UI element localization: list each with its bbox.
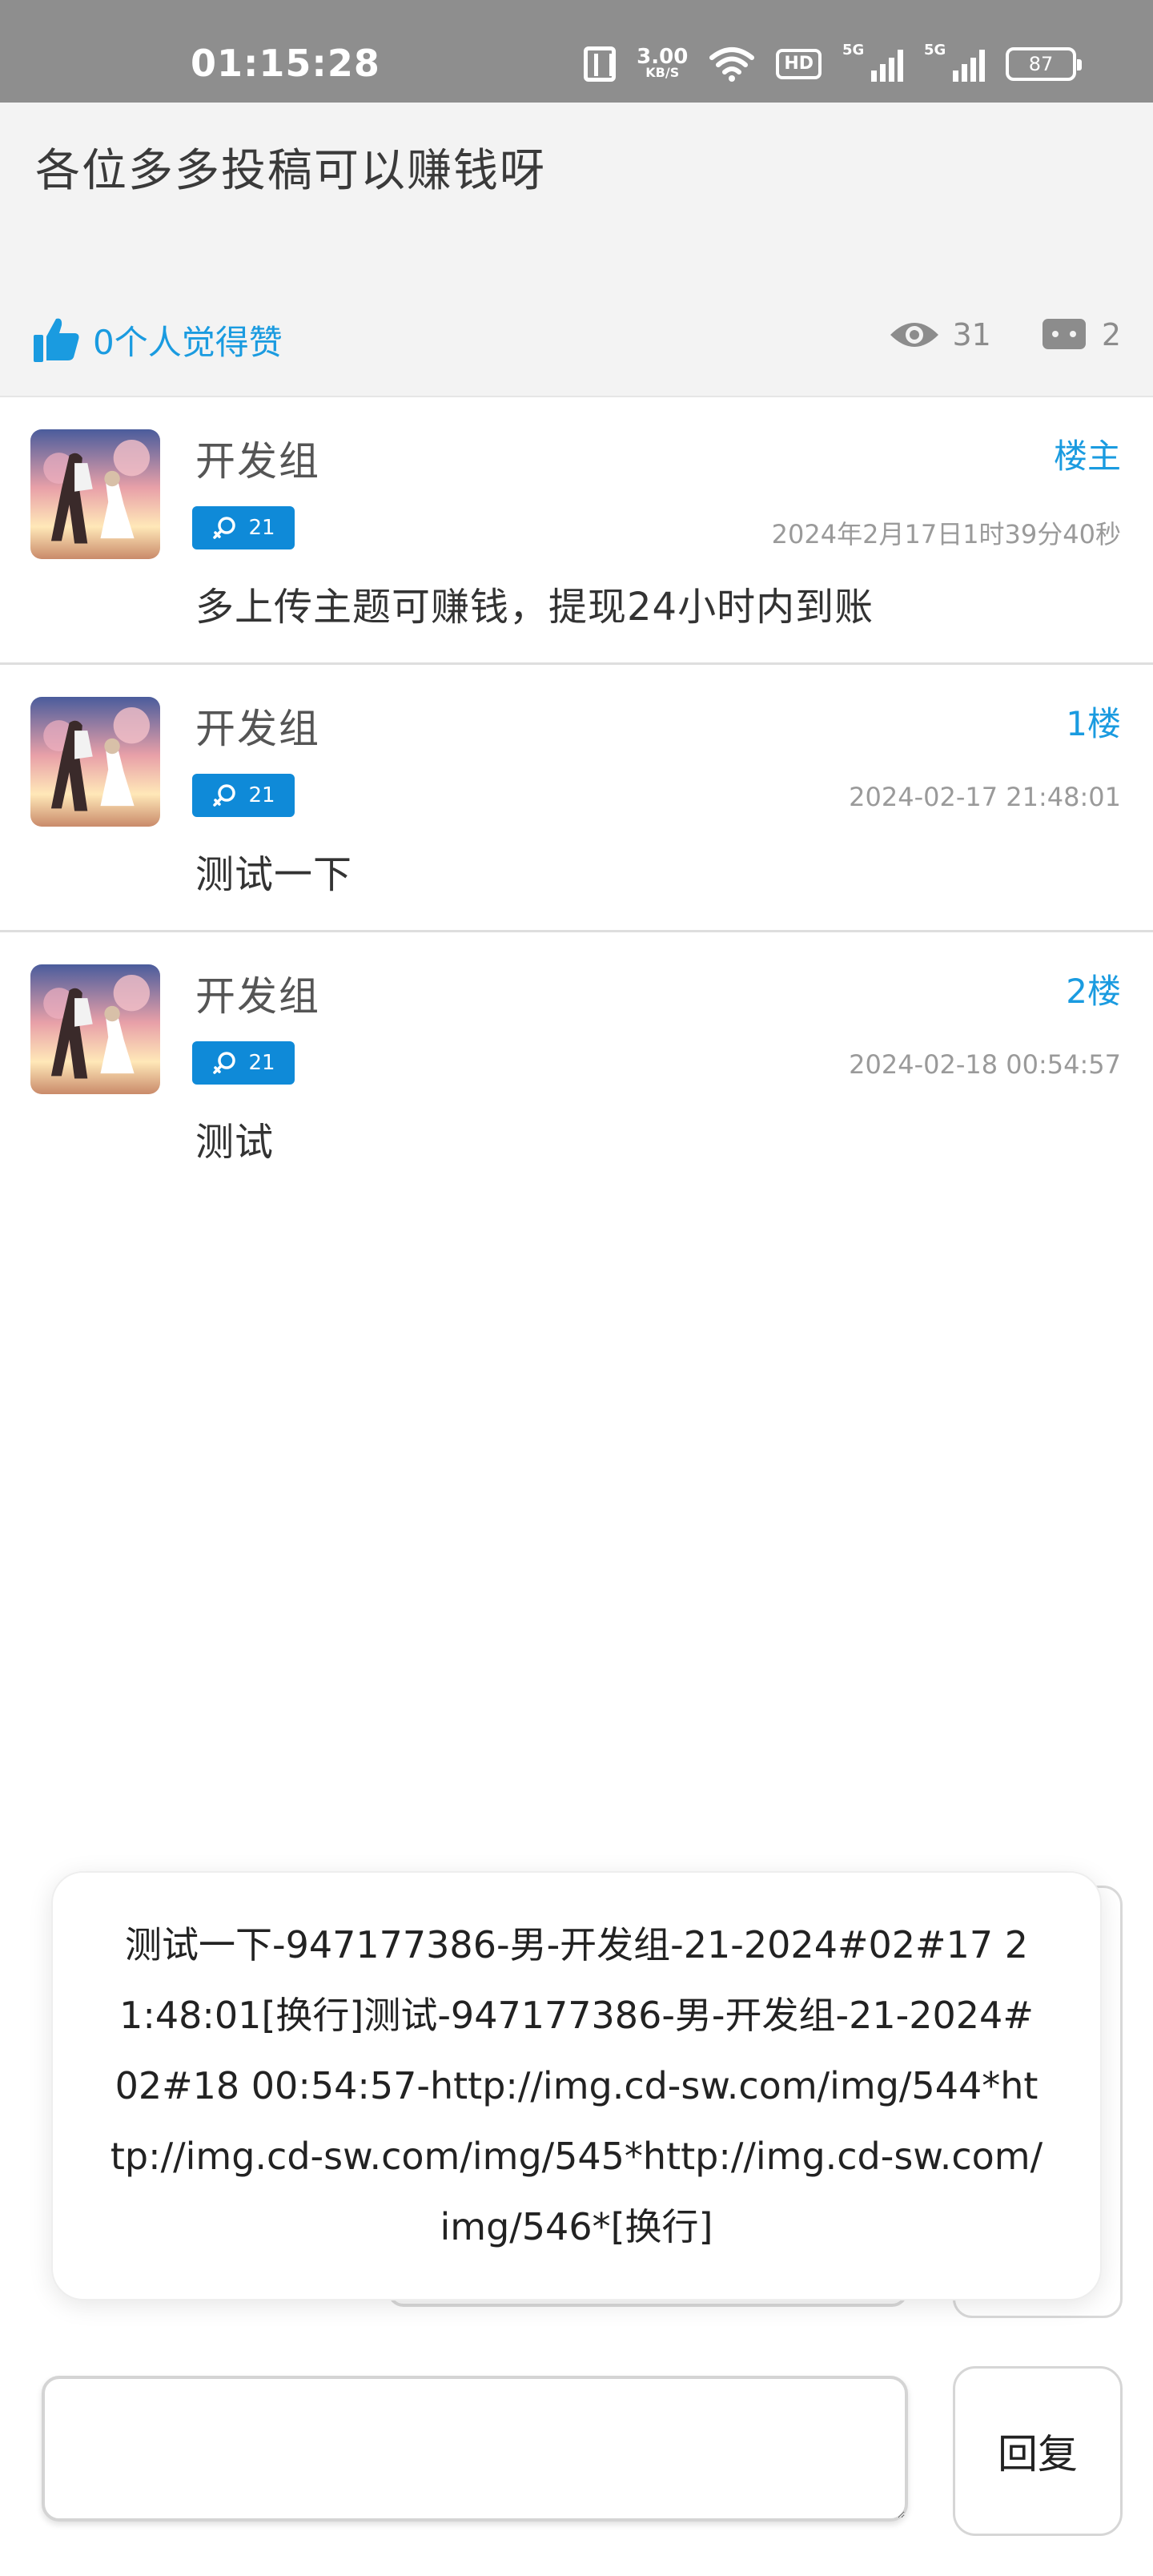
post-item: 开发组 2楼 21 2024-02-18 00:54:57 测试 [0, 932, 1153, 1200]
hd-icon: HD [776, 49, 822, 79]
level-value: 21 [248, 1051, 275, 1075]
reply-input[interactable] [42, 2376, 908, 2522]
eye-icon [890, 323, 939, 347]
avatar-image [30, 429, 160, 559]
signal-icon: 5G [842, 42, 903, 82]
battery-icon: 87 [1006, 47, 1082, 81]
sim1-label: 5G [842, 42, 865, 58]
like-count-text: 0个人觉得赞 [93, 322, 283, 362]
like-button[interactable]: 0个人觉得赞 [30, 314, 283, 365]
floor-label: 1楼 [1066, 704, 1121, 743]
post-time: 2024年2月17日1时39分40秒 [771, 519, 1121, 549]
female-icon [213, 517, 236, 539]
reply-button[interactable]: 回复 [953, 2366, 1123, 2536]
network-speed: 3.00 KB/S [637, 46, 688, 80]
post-item: 开发组 楼主 21 2024年2月17日1时39分40秒 多上传主题可赚钱，提现… [0, 397, 1153, 665]
status-bar: 01:15:28 3.00 KB/S HD 5G 5G 87 [0, 0, 1153, 103]
debug-popup[interactable]: 测试一下-947177386-男-开发组-21-2024#02#17 21:48… [51, 1871, 1102, 2300]
female-icon [213, 1052, 236, 1074]
signal-icon: 5G [924, 42, 985, 82]
post-item: 开发组 1楼 21 2024-02-17 21:48:01 测试一下 [0, 665, 1153, 932]
wifi-icon [709, 47, 755, 82]
comment-icon [1042, 319, 1086, 349]
level-value: 21 [248, 783, 275, 807]
avatar[interactable] [30, 429, 160, 559]
floor-label: 2楼 [1066, 972, 1121, 1011]
avatar[interactable] [30, 697, 160, 827]
avatar-image [30, 697, 160, 827]
comment-count: 2 [1101, 317, 1121, 352]
floor-label: 楼主 [1053, 437, 1121, 476]
post-time: 2024-02-18 00:54:57 [849, 1049, 1121, 1080]
topic-title: 各位多多投稿可以赚钱呀 [35, 145, 546, 197]
status-time: 01:15:28 [191, 42, 380, 85]
level-badge: 21 [192, 506, 295, 549]
author-name[interactable]: 开发组 [195, 429, 320, 487]
avatar-image [30, 964, 160, 1094]
view-count: 31 [952, 317, 991, 352]
post-content: 测试一下 [195, 852, 353, 897]
level-badge: 21 [192, 774, 295, 817]
thumbs-up-icon [34, 318, 79, 362]
topic-header: 各位多多投稿可以赚钱呀 0个人觉得赞 31 2 [0, 103, 1153, 397]
author-name[interactable]: 开发组 [195, 964, 320, 1022]
post-content: 多上传主题可赚钱，提现24小时内到账 [195, 585, 874, 630]
sim2-label: 5G [924, 42, 946, 58]
popup-text: 测试一下-947177386-男-开发组-21-2024#02#17 21:48… [110, 1923, 1043, 2248]
nfc-icon [584, 46, 617, 82]
post-content: 测试 [195, 1120, 275, 1165]
avatar[interactable] [30, 964, 160, 1094]
author-name[interactable]: 开发组 [195, 697, 320, 755]
level-badge: 21 [192, 1041, 295, 1085]
female-icon [213, 784, 236, 807]
post-time: 2024-02-17 21:48:01 [849, 782, 1121, 812]
topic-stats: 31 2 [888, 316, 1121, 354]
level-value: 21 [248, 516, 275, 540]
status-icons: 3.00 KB/S HD 5G 5G 87 [584, 42, 1082, 85]
